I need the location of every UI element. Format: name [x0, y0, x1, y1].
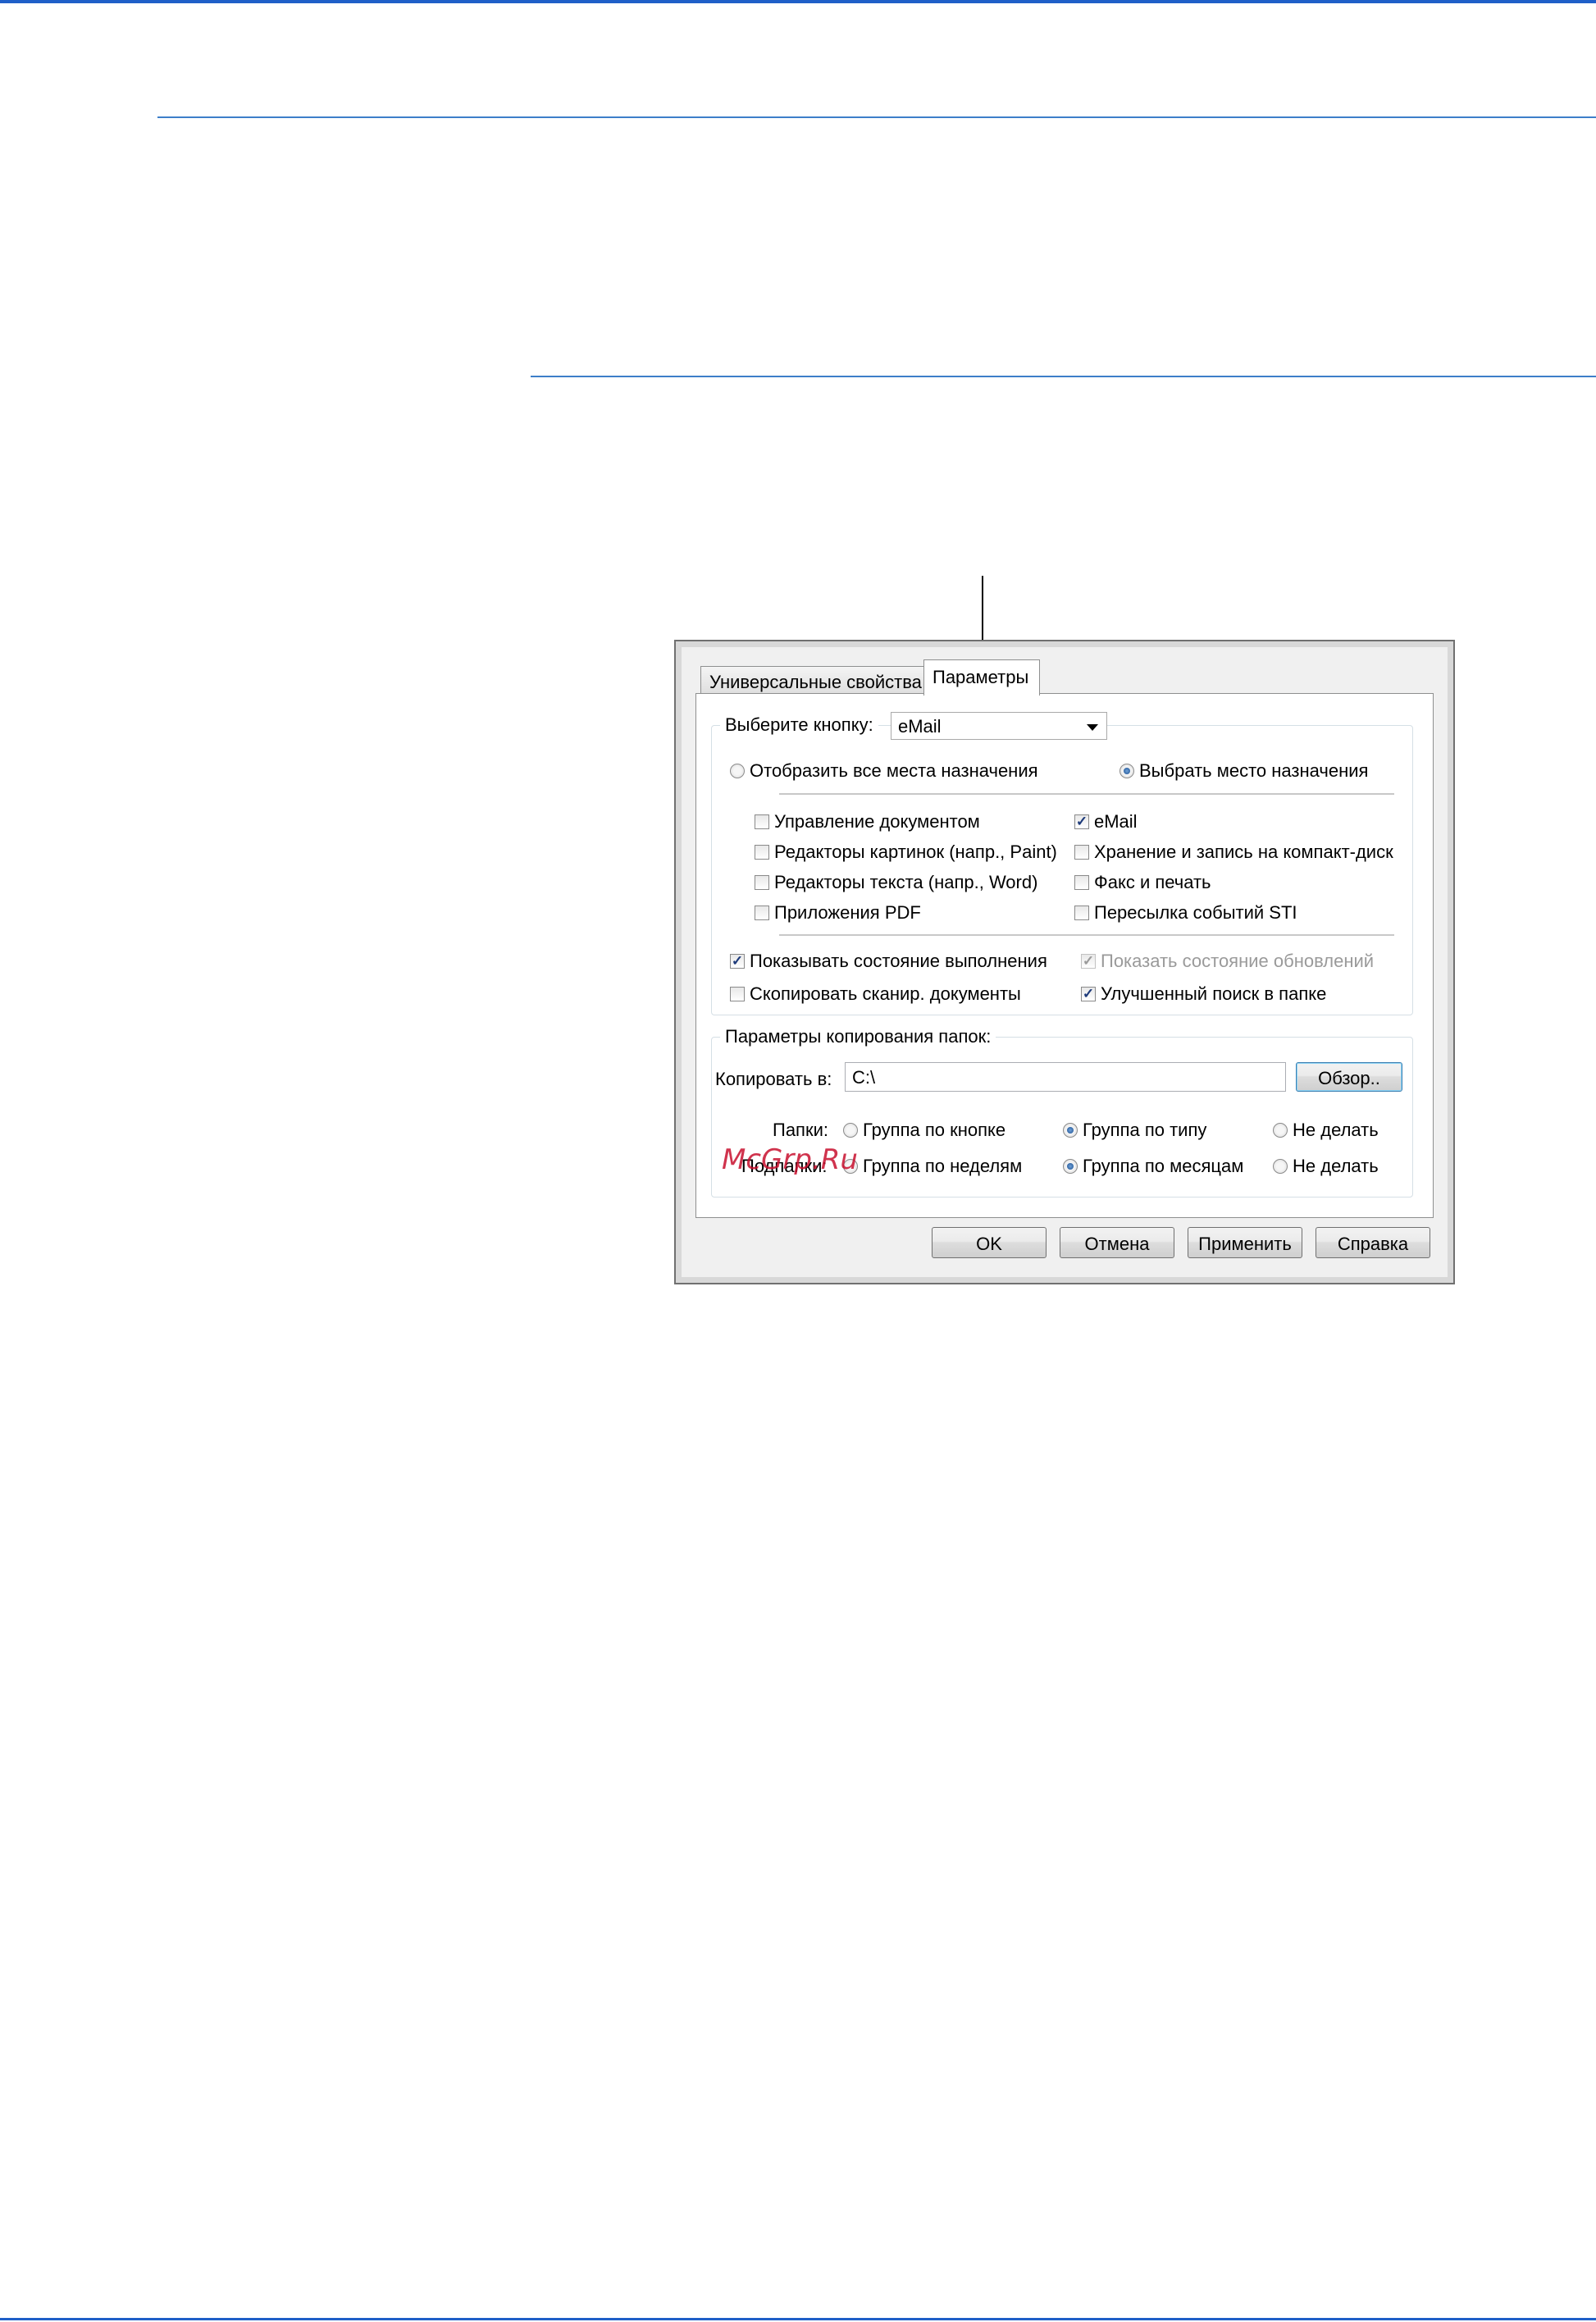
- chevron-down-icon[interactable]: [1087, 724, 1098, 731]
- select-button-label: Выберите кнопку:: [720, 714, 878, 736]
- copy-to-label: Копировать в:: [715, 1069, 832, 1089]
- checkbox-icon[interactable]: [1074, 906, 1089, 920]
- folder-copy-legend: Параметры копирования папок:: [720, 1026, 996, 1047]
- dest-text-editors[interactable]: Редакторы текста (напр., Word): [755, 872, 1037, 893]
- button-settings-group: Выберите кнопку: eMail Отобразить все ме…: [711, 712, 1413, 1015]
- dest-fax-print[interactable]: Факс и печать: [1074, 872, 1211, 893]
- radio-icon[interactable]: [1273, 1123, 1288, 1138]
- radio-folders-by-type[interactable]: Группа по типу: [1063, 1120, 1206, 1141]
- dest-document-management[interactable]: Управление документом: [755, 811, 980, 833]
- checkbox-icon[interactable]: [1074, 875, 1089, 890]
- radio-label: Группа по типу: [1083, 1120, 1207, 1140]
- scanner-properties-dialog: Универсальные свойства Параметры Выберит…: [674, 640, 1455, 1284]
- dest-label: Факс и печать: [1094, 872, 1211, 892]
- option-show-updates: ✓ Показать состояние обновлений: [1081, 951, 1374, 972]
- checkbox-icon[interactable]: [755, 814, 769, 829]
- checkbox-checked-disabled-icon: ✓: [1081, 953, 1096, 969]
- watermark: McGrp.Ru: [722, 1143, 858, 1176]
- radio-selected-icon[interactable]: [1119, 764, 1134, 778]
- option-label: Показать состояние обновлений: [1101, 951, 1375, 971]
- bottom-rule: [0, 2318, 1596, 2320]
- copy-to-field[interactable]: C:\: [845, 1062, 1286, 1092]
- radio-folders-by-button[interactable]: Группа по кнопке: [843, 1120, 1005, 1141]
- dest-email[interactable]: ✓ eMail: [1074, 811, 1138, 833]
- checkbox-checked-icon[interactable]: ✓: [1081, 987, 1096, 1001]
- dest-label: Управление документом: [774, 811, 980, 832]
- tab-panel: Выберите кнопку: eMail Отобразить все ме…: [695, 693, 1434, 1218]
- radio-icon[interactable]: [1273, 1159, 1288, 1174]
- apply-button[interactable]: Применить: [1188, 1227, 1302, 1258]
- dest-image-editors[interactable]: Редакторы картинок (напр., Paint): [755, 842, 1057, 863]
- checkbox-icon[interactable]: [755, 875, 769, 890]
- radio-label: Не делать: [1293, 1120, 1379, 1140]
- button-select[interactable]: eMail: [891, 712, 1107, 740]
- checkbox-icon[interactable]: [755, 906, 769, 920]
- radio-show-all-destinations[interactable]: Отобразить все места назначения: [730, 760, 1038, 782]
- checkbox-icon[interactable]: [755, 845, 769, 860]
- dest-sti-events[interactable]: Пересылка событий STI: [1074, 902, 1297, 924]
- top-rule: [0, 0, 1596, 3]
- option-show-progress[interactable]: ✓ Показывать состояние выполнения: [730, 951, 1047, 972]
- radio-label: Группа по неделям: [863, 1156, 1023, 1176]
- separator: [779, 934, 1394, 937]
- radio-subfolders-by-month[interactable]: Группа по месяцам: [1063, 1156, 1243, 1177]
- radio-subfolders-by-week[interactable]: Группа по неделям: [843, 1156, 1022, 1177]
- dest-label: Редакторы картинок (напр., Paint): [774, 842, 1057, 862]
- radio-label: Группа по кнопке: [863, 1120, 1006, 1140]
- section-rule-lower: [531, 376, 1596, 377]
- dest-pdf-apps[interactable]: Приложения PDF: [755, 902, 921, 924]
- radio-selected-icon[interactable]: [1063, 1159, 1078, 1174]
- checkbox-checked-icon[interactable]: ✓: [730, 954, 745, 969]
- tab-universal-properties[interactable]: Универсальные свойства: [700, 666, 927, 694]
- copy-to-value: C:\: [852, 1067, 876, 1088]
- cancel-button[interactable]: Отмена: [1060, 1227, 1174, 1258]
- help-button[interactable]: Справка: [1316, 1227, 1430, 1258]
- dest-label: eMail: [1094, 811, 1138, 832]
- button-select-value: eMail: [898, 716, 942, 737]
- radio-subfolders-none[interactable]: Не делать: [1273, 1156, 1379, 1177]
- radio-choose-label: Выбрать место назначения: [1139, 760, 1369, 781]
- dest-cd-storage[interactable]: Хранение и запись на компакт-диск: [1074, 842, 1393, 863]
- dest-label: Хранение и запись на компакт-диск: [1094, 842, 1393, 862]
- radio-icon[interactable]: [843, 1123, 858, 1138]
- radio-label: Не делать: [1293, 1156, 1379, 1176]
- radio-selected-icon[interactable]: [1063, 1123, 1078, 1138]
- dest-label: Приложения PDF: [774, 902, 921, 923]
- tab-parameters[interactable]: Параметры: [923, 659, 1040, 696]
- option-copy-scanned[interactable]: Скопировать сканир. документы: [730, 983, 1021, 1005]
- option-label: Улучшенный поиск в папке: [1101, 983, 1327, 1004]
- radio-show-all-label: Отобразить все места назначения: [750, 760, 1038, 781]
- checkbox-icon[interactable]: [730, 987, 745, 1001]
- option-label: Скопировать сканир. документы: [750, 983, 1021, 1004]
- option-advanced-folder-search[interactable]: ✓ Улучшенный поиск в папке: [1081, 983, 1326, 1005]
- browse-button[interactable]: Обзор..: [1296, 1062, 1402, 1092]
- section-rule-upper: [157, 116, 1596, 118]
- radio-choose-destination[interactable]: Выбрать место назначения: [1119, 760, 1368, 782]
- checkbox-checked-icon[interactable]: ✓: [1074, 814, 1089, 829]
- dest-label: Пересылка событий STI: [1094, 902, 1297, 923]
- dest-label: Редакторы текста (напр., Word): [774, 872, 1038, 892]
- radio-icon[interactable]: [730, 764, 745, 778]
- separator: [779, 793, 1394, 796]
- ok-button[interactable]: OK: [932, 1227, 1047, 1258]
- folders-label: Папки:: [773, 1120, 828, 1140]
- radio-folders-none[interactable]: Не делать: [1273, 1120, 1379, 1141]
- radio-label: Группа по месяцам: [1083, 1156, 1244, 1176]
- option-label: Показывать состояние выполнения: [750, 951, 1047, 971]
- checkbox-icon[interactable]: [1074, 845, 1089, 860]
